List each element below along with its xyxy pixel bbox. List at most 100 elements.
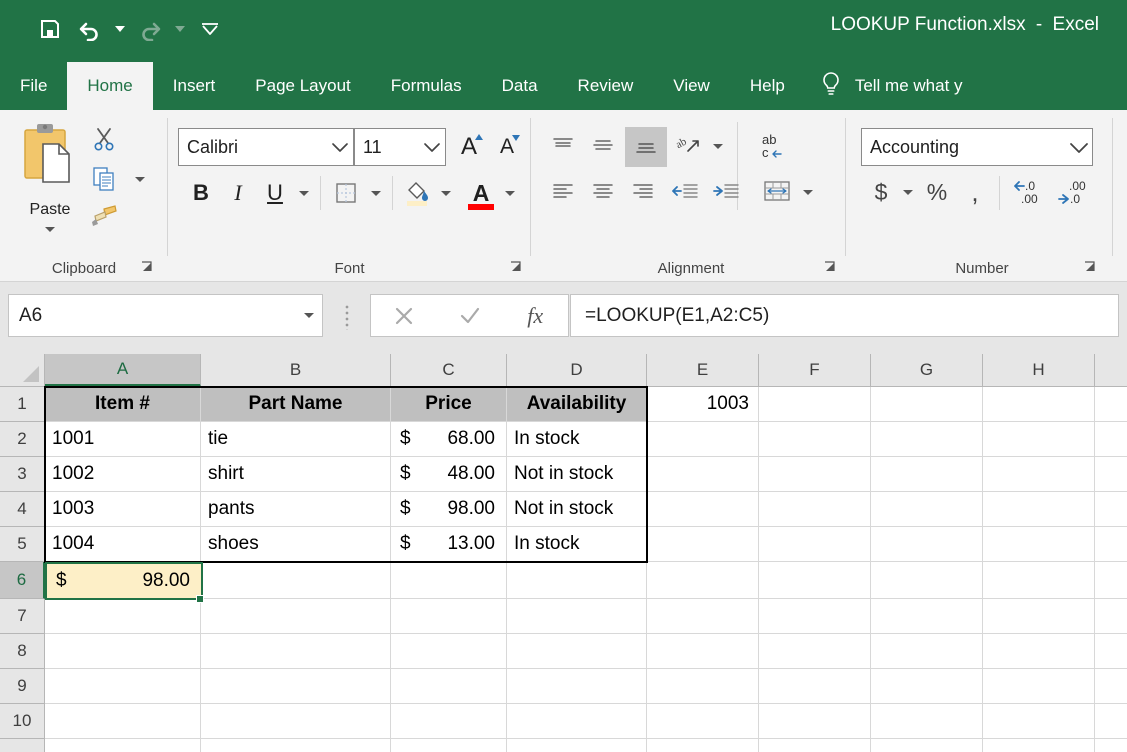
middle-align-button[interactable]: [585, 128, 621, 164]
cell-h7[interactable]: [983, 599, 1095, 634]
column-header-h[interactable]: H: [983, 354, 1095, 387]
cell-i10[interactable]: [1095, 704, 1127, 739]
cell-g3[interactable]: [871, 457, 983, 492]
cell-d1[interactable]: Availability: [507, 387, 647, 422]
underline-dropdown-icon[interactable]: [292, 176, 316, 210]
bold-button[interactable]: B: [184, 176, 218, 210]
bottom-align-button[interactable]: [625, 127, 667, 167]
row-header-8[interactable]: 8: [0, 634, 45, 669]
cell-i5[interactable]: [1095, 527, 1127, 562]
redo-dropdown-icon[interactable]: [170, 9, 190, 49]
save-icon[interactable]: [30, 9, 70, 49]
cell-d6[interactable]: [507, 562, 647, 599]
name-box-dropdown-icon[interactable]: [296, 313, 322, 318]
paste-button[interactable]: Paste: [10, 120, 90, 238]
cell-i6[interactable]: [1095, 562, 1127, 599]
tab-view[interactable]: View: [653, 62, 730, 110]
borders-button[interactable]: [328, 176, 364, 210]
column-header-i[interactable]: [1095, 354, 1127, 387]
cell-h2[interactable]: [983, 422, 1095, 457]
paste-dropdown-icon[interactable]: [45, 227, 55, 232]
cell-i1[interactable]: [1095, 387, 1127, 422]
tab-file[interactable]: File: [0, 62, 67, 110]
cell-f9[interactable]: [759, 669, 871, 704]
column-header-f[interactable]: F: [759, 354, 871, 387]
cell-g2[interactable]: [871, 422, 983, 457]
row-header-3[interactable]: 3: [0, 457, 45, 492]
formula-input[interactable]: =LOOKUP(E1,A2:C5): [570, 294, 1119, 337]
copy-dropdown-icon[interactable]: [122, 162, 158, 196]
tab-home[interactable]: Home: [67, 62, 152, 110]
cell-i11[interactable]: [1095, 739, 1127, 752]
cell-b6[interactable]: [201, 562, 391, 599]
undo-icon[interactable]: [70, 9, 110, 49]
cut-button[interactable]: [86, 122, 122, 156]
cell-c11[interactable]: [391, 739, 507, 752]
tab-page-layout[interactable]: Page Layout: [235, 62, 370, 110]
tab-data[interactable]: Data: [482, 62, 558, 110]
orientation-dropdown-icon[interactable]: [707, 128, 729, 164]
cell-b5[interactable]: shoes: [201, 527, 391, 562]
cell-c6[interactable]: [391, 562, 507, 599]
cell-e9[interactable]: [647, 669, 759, 704]
tab-formulas[interactable]: Formulas: [371, 62, 482, 110]
row-header-10[interactable]: 10: [0, 704, 45, 739]
cell-c3[interactable]: $48.00: [391, 457, 507, 492]
cell-d4[interactable]: Not in stock: [507, 492, 647, 527]
cell-d5[interactable]: In stock: [507, 527, 647, 562]
row-header-1[interactable]: 1: [0, 387, 45, 422]
insert-function-button[interactable]: fx: [502, 295, 568, 336]
cell-c8[interactable]: [391, 634, 507, 669]
cell-h3[interactable]: [983, 457, 1095, 492]
percent-style-button[interactable]: %: [921, 174, 953, 210]
cell-g4[interactable]: [871, 492, 983, 527]
formula-bar-resize-grip[interactable]: [344, 304, 350, 330]
cell-f7[interactable]: [759, 599, 871, 634]
cell-a10[interactable]: [45, 704, 201, 739]
underline-button[interactable]: U: [258, 176, 292, 210]
cell-f1[interactable]: [759, 387, 871, 422]
cell-b8[interactable]: [201, 634, 391, 669]
row-header-2[interactable]: 2: [0, 422, 45, 457]
tab-review[interactable]: Review: [558, 62, 654, 110]
cell-a9[interactable]: [45, 669, 201, 704]
cell-i9[interactable]: [1095, 669, 1127, 704]
cell-g10[interactable]: [871, 704, 983, 739]
alignment-dialog-launcher[interactable]: [823, 260, 837, 274]
chevron-down-icon[interactable]: [419, 141, 445, 153]
cell-b9[interactable]: [201, 669, 391, 704]
chevron-down-icon[interactable]: [1066, 141, 1092, 154]
cell-b2[interactable]: tie: [201, 422, 391, 457]
center-button[interactable]: [585, 174, 621, 210]
cell-c2[interactable]: $68.00: [391, 422, 507, 457]
font-color-dropdown-icon[interactable]: [498, 176, 522, 210]
font-color-button[interactable]: A: [464, 174, 498, 212]
cell-e4[interactable]: [647, 492, 759, 527]
top-align-button[interactable]: [545, 128, 581, 164]
cell-d8[interactable]: [507, 634, 647, 669]
cell-e6[interactable]: [647, 562, 759, 599]
cell-g11[interactable]: [871, 739, 983, 752]
accounting-format-button[interactable]: $: [865, 174, 897, 210]
font-dialog-launcher[interactable]: [509, 260, 523, 274]
merge-and-center-button[interactable]: [757, 172, 797, 212]
cell-i8[interactable]: [1095, 634, 1127, 669]
cell-d10[interactable]: [507, 704, 647, 739]
decrease-indent-button[interactable]: [667, 174, 703, 210]
increase-font-size-button[interactable]: A: [452, 130, 486, 164]
cell-e11[interactable]: [647, 739, 759, 752]
cell-a8[interactable]: [45, 634, 201, 669]
cell-e10[interactable]: [647, 704, 759, 739]
cell-a6[interactable]: $98.00: [45, 562, 203, 600]
select-all-button[interactable]: [0, 354, 45, 387]
cell-h1[interactable]: [983, 387, 1095, 422]
cell-h10[interactable]: [983, 704, 1095, 739]
align-right-button[interactable]: [625, 174, 661, 210]
italic-button[interactable]: I: [221, 176, 255, 210]
cell-e8[interactable]: [647, 634, 759, 669]
cell-b3[interactable]: shirt: [201, 457, 391, 492]
cell-a4[interactable]: 1003: [45, 492, 201, 527]
row-header-6[interactable]: 6: [0, 562, 45, 599]
cell-f2[interactable]: [759, 422, 871, 457]
cell-e7[interactable]: [647, 599, 759, 634]
